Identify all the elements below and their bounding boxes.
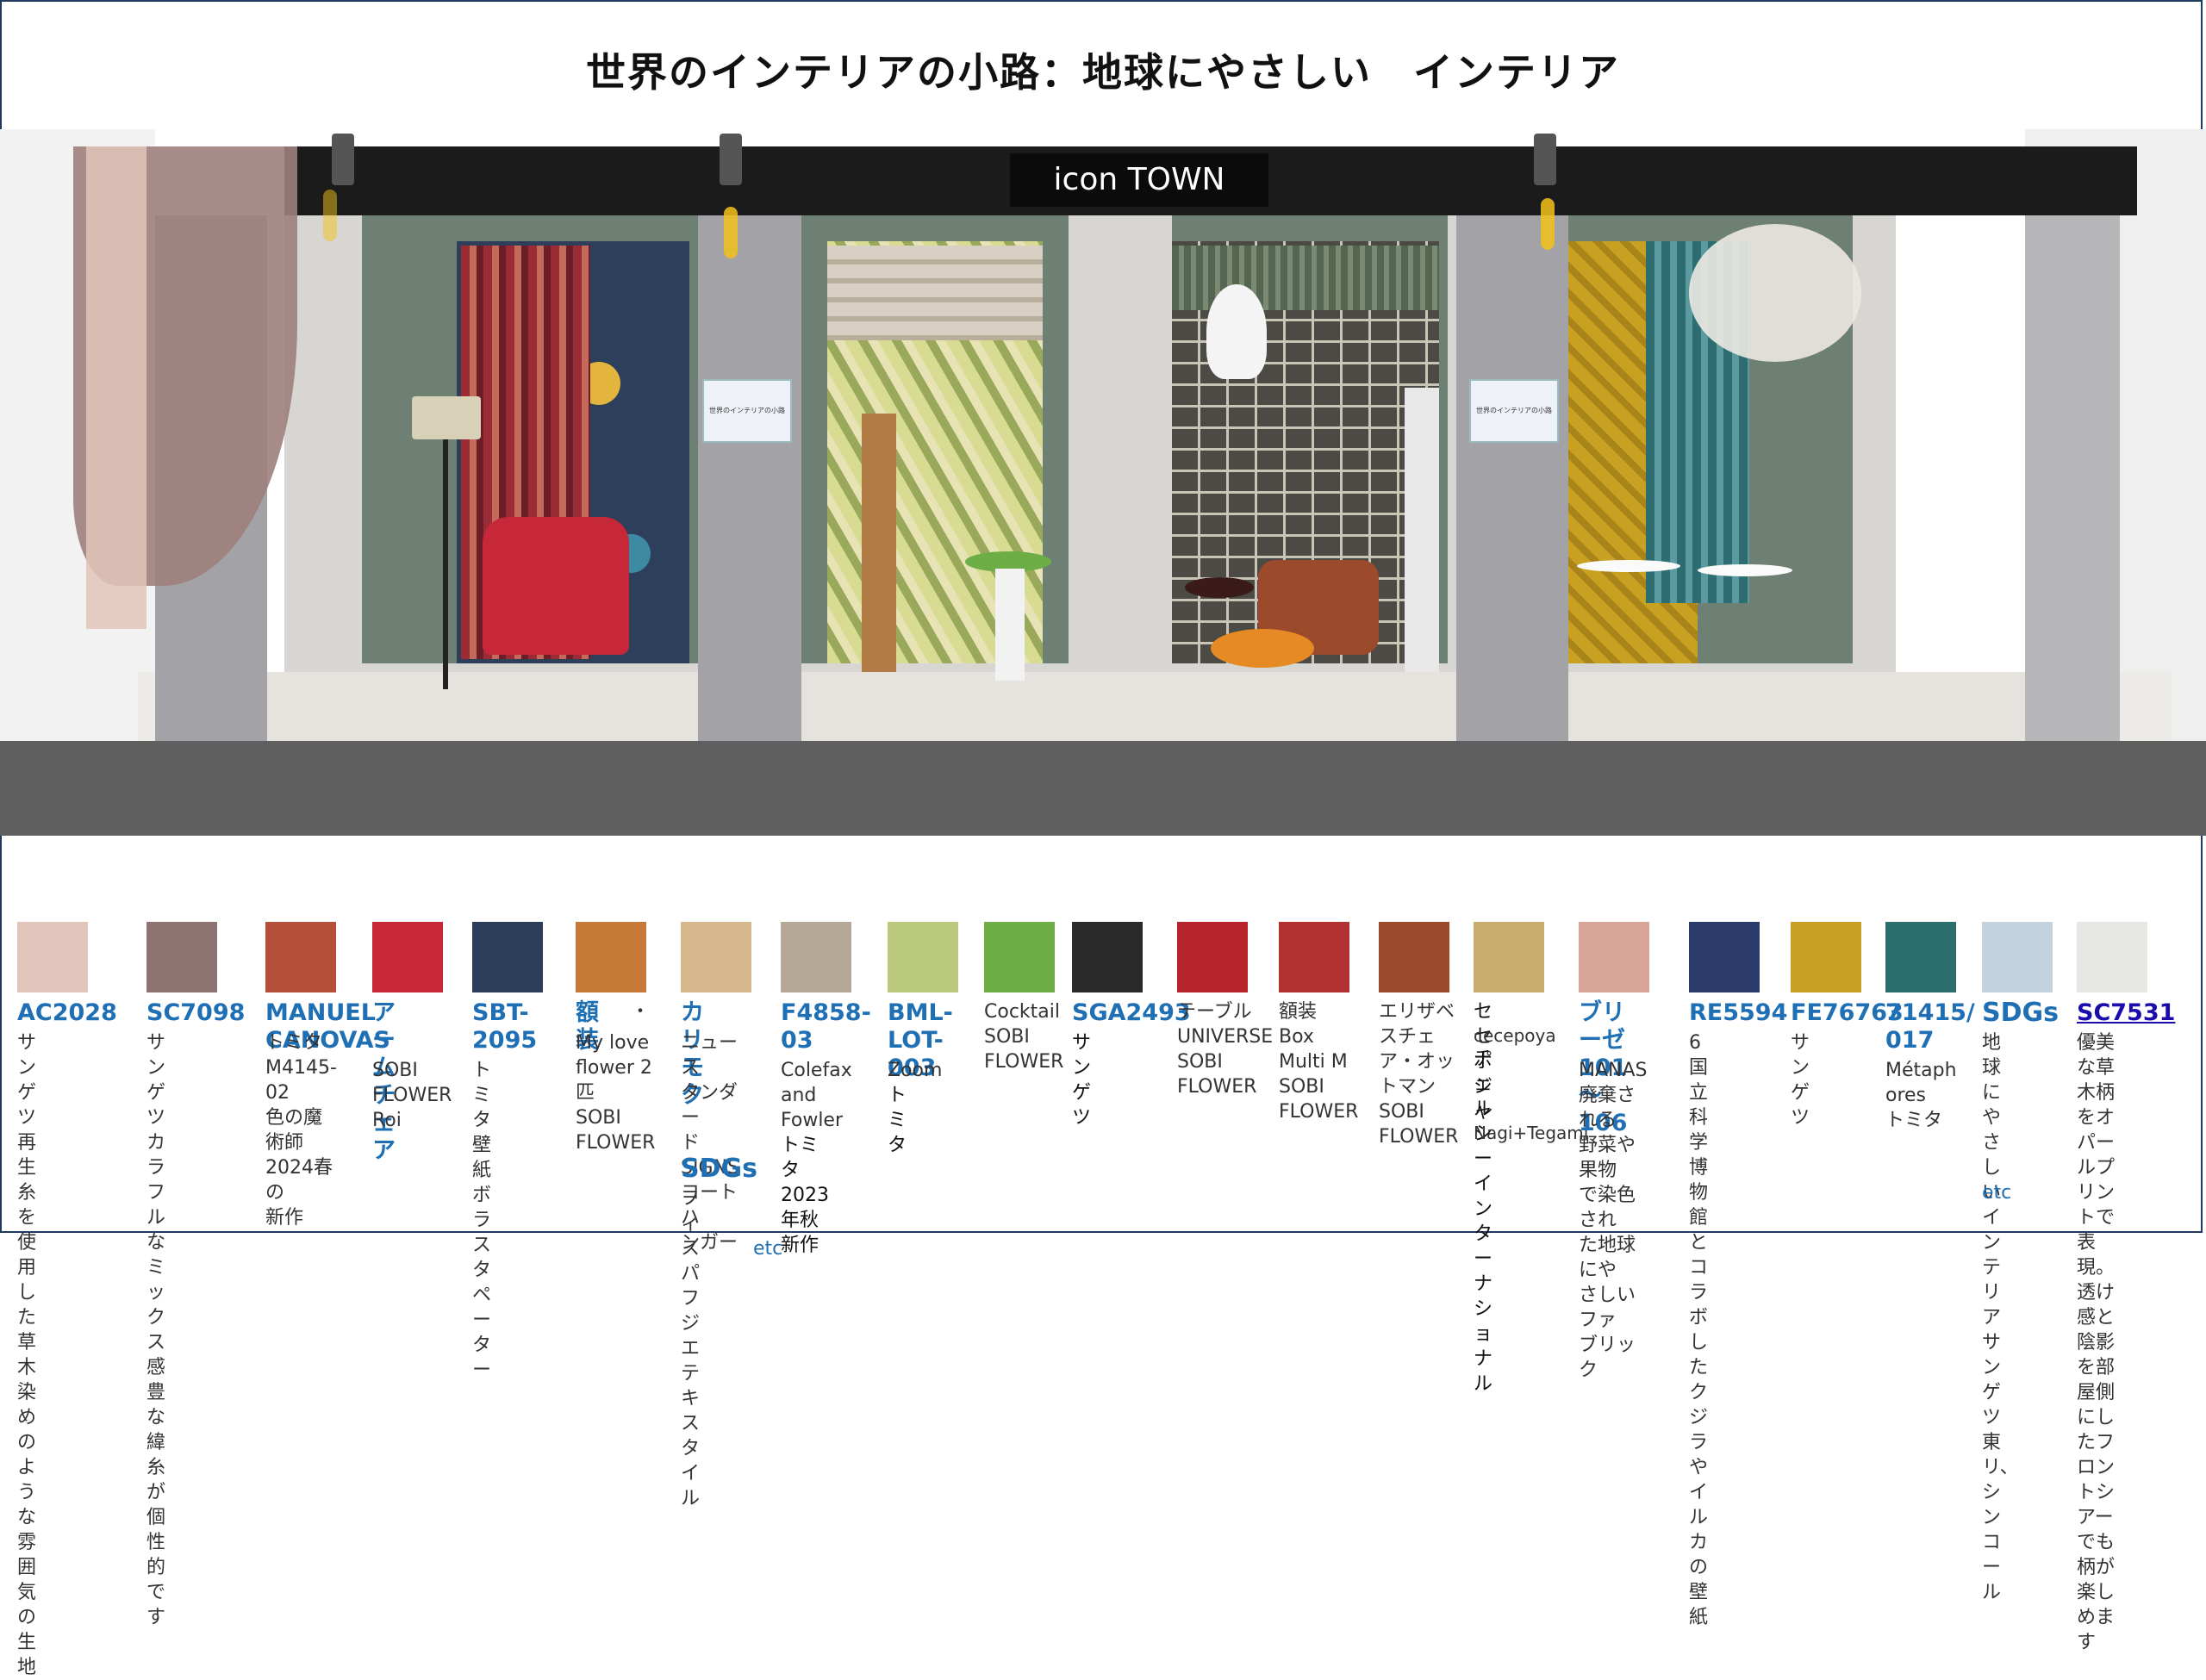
- item-code: SBT- 2095: [472, 999, 538, 1054]
- booth-4-wall: [1568, 215, 1861, 663]
- icon-town-sign: icon TOWN: [1010, 153, 1268, 207]
- item-desc: 額装 Box Multi M SOBI FLOWER: [1279, 1001, 1359, 1123]
- item-desc: トミタ 2023年秋 新作: [781, 1135, 829, 1256]
- wall-label: 世界のインテリアの小路: [702, 379, 792, 443]
- item-code: SC7098: [146, 999, 246, 1026]
- swatch-thumbnail: [681, 922, 751, 992]
- swatch-thumbnail: [17, 922, 88, 992]
- swatch-thumbnail: [1982, 922, 2053, 992]
- item-desc: Colefax and Fowler: [781, 1060, 852, 1131]
- item-desc: Cocktail SOBI FLOWER: [984, 1001, 1064, 1073]
- side-table: [1185, 577, 1254, 598]
- swatch-thumbnail: [2077, 922, 2147, 992]
- item-code: AC2028: [17, 999, 117, 1026]
- item-code: SDGs: [681, 1154, 757, 1184]
- swatch-thumbnail: [1379, 922, 1449, 992]
- booth-2-wall: [801, 215, 1069, 663]
- item-desc: サンゲツ カラフルな ミックス感 豊な緯糸が 個性的です: [146, 1032, 166, 1628]
- item-desc: サンゲツ 再生糸を使用した草木染めのような雰囲気の生地: [17, 1032, 37, 1678]
- item-desc: 地球にや さしいイ ンテリア サンゲツ 東リ、シ ンコール: [1982, 1032, 2019, 1603]
- swatch-thumbnail: [1885, 922, 1956, 992]
- spotlight-icon: [1534, 134, 1556, 185]
- pillar-3: [1456, 215, 1568, 741]
- item-desc: My love flower 2 匹 SOBI FLOWER: [576, 1032, 656, 1154]
- booth-1-floor: [267, 672, 698, 741]
- swatch-thumbnail: [1072, 922, 1143, 992]
- light-beam: [1541, 198, 1555, 250]
- item-desc: MANAS 廃棄される 野菜や果物 で染色され た地球にや さしいファ ブリック: [1579, 1060, 1648, 1381]
- pillar-right: [2025, 146, 2120, 741]
- item-desc: 優美な草木柄 をオパールプ リントで表現。 透け感と陰影 を部屋側にし たフロン…: [2077, 1032, 2116, 1653]
- roman-shade: [827, 246, 1043, 340]
- spotlight-icon: [720, 134, 742, 185]
- swatch-thumbnail: [472, 922, 543, 992]
- sheer-curtain: [86, 146, 146, 629]
- item-desc: Nagi+Tegami: [1474, 1123, 1589, 1143]
- booth-2-floor: [801, 672, 1456, 741]
- item-code: RE5594: [1689, 999, 1788, 1026]
- page-title: 世界のインテリアの小路：地球にやさしい インテリア: [586, 49, 1620, 96]
- swatch-thumbnail: [265, 922, 336, 992]
- item-desc: サンゲツ: [1791, 1032, 1810, 1129]
- legend: AC2028 サンゲツ 再生糸を使用した草木染めのような雰囲気の生地 SC7098 サ…: [0, 913, 2206, 1678]
- swatch-thumbnail: [1177, 922, 1248, 992]
- coat-hanger: [862, 414, 896, 672]
- swatch-thumbnail: [1689, 922, 1760, 992]
- item-code: SC7531: [2077, 999, 2176, 1026]
- item-desc: etc: [1982, 1182, 2012, 1204]
- swatch-thumbnail: [372, 922, 443, 992]
- swatch-thumbnail: [888, 922, 958, 992]
- swatch-thumbnail: [984, 922, 1055, 992]
- item-desc: Métaph ores トミタ: [1885, 1060, 1957, 1131]
- cocktail-table-stand: [995, 569, 1025, 681]
- item-code: SDGs: [1982, 998, 2059, 1028]
- floor-lamp: [412, 396, 481, 439]
- swatch-thumbnail: [781, 922, 851, 992]
- ottoman: [1211, 629, 1314, 668]
- swatch-thumbnail: [1474, 922, 1544, 992]
- item-desc: エリザベ スチェ ア・オッ トマン SOBI FLOWER: [1379, 1001, 1459, 1148]
- item-desc: SOBI FLOWER Roi: [372, 1060, 452, 1131]
- item-desc: cecepoya: [1474, 1025, 1556, 1046]
- light-beam: [724, 207, 738, 258]
- spotlight-icon: [332, 134, 354, 185]
- item-desc: テーブル UNIVERSE SOBI FLOWER: [1177, 1001, 1274, 1098]
- swatch-thumbnail: [576, 922, 646, 992]
- sheer-drape: [1689, 224, 1861, 362]
- round-table: [1577, 560, 1680, 572]
- floor-lamp-pole: [443, 439, 448, 689]
- item-desc: フィスパ フジエテキ スタイル: [681, 1188, 701, 1509]
- swatch-thumbnail: [1579, 922, 1649, 992]
- armchair: [483, 517, 629, 655]
- item-desc: etc: [753, 1238, 783, 1260]
- wall-label: 世界のインテリアの小路: [1469, 379, 1559, 443]
- item-desc: トミタ 壁紙 ボラスタ ペーター: [472, 1060, 492, 1381]
- round-table: [1698, 564, 1792, 576]
- coat-hanger: [1405, 388, 1439, 672]
- pendant-lamp: [1206, 284, 1267, 379]
- pillar-2: [698, 215, 801, 741]
- item-code: 71415/ 017: [1885, 999, 1975, 1054]
- item-desc: サンゲツ: [1072, 1032, 1092, 1129]
- swatch-thumbnail: [1279, 922, 1349, 992]
- aisle-floor: [0, 741, 2206, 836]
- item-code: F4858- 03: [781, 999, 871, 1054]
- item-desc: トミタ M4145-02 色の魔術師 2024春の 新作: [265, 1032, 337, 1229]
- valance: [1172, 246, 1439, 310]
- item-desc: 6国立科 学博物館 とコラボ したクジ ラやイル カの壁紙: [1689, 1032, 1709, 1628]
- swatch-thumbnail: [1791, 922, 1861, 992]
- item-desc: トミタ: [888, 1085, 907, 1156]
- light-beam: [323, 190, 337, 241]
- item-desc: チェルシーイ ンターナショ ナル: [1474, 1048, 1493, 1395]
- swatch-thumbnail: [146, 922, 217, 992]
- booth-4-floor: [1568, 672, 2025, 741]
- item-code: SGA2493: [1072, 999, 1191, 1026]
- item-desc: Zoom: [888, 1060, 943, 1081]
- item-desc: ・: [631, 1001, 651, 1023]
